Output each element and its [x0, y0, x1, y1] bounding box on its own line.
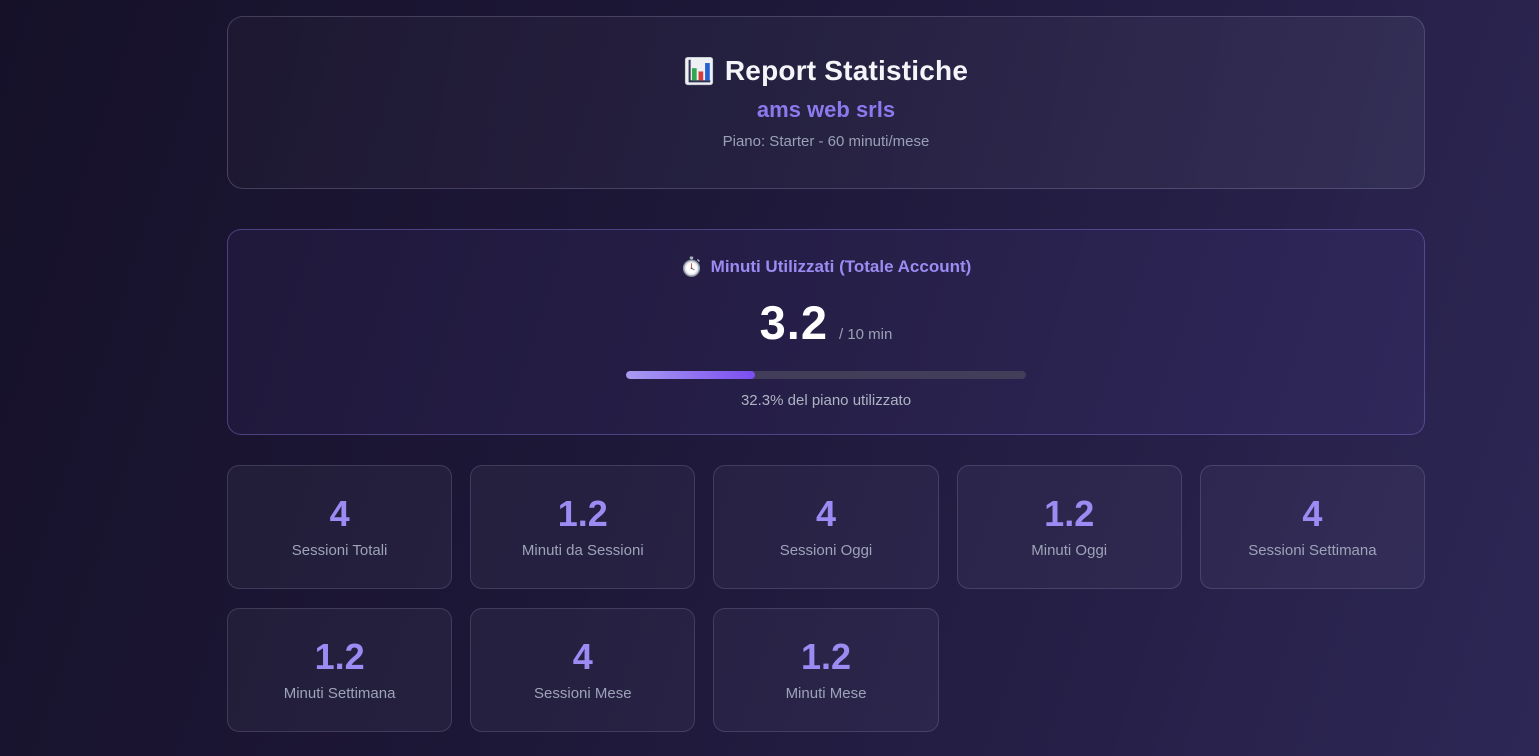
stat-label: Minuti Mese: [786, 686, 867, 701]
stat-card-sessioni-settimana: 4 Sessioni Settimana: [1200, 465, 1425, 589]
stat-label: Sessioni Totali: [292, 543, 388, 558]
report-content: Report Statistiche ams web srls Piano: S…: [227, 16, 1425, 732]
stat-card-minuti-settimana: 1.2 Minuti Settimana: [227, 608, 452, 732]
stat-card-minuti-da-sessioni: 1.2 Minuti da Sessioni: [470, 465, 695, 589]
stat-value: 1.2: [801, 639, 851, 675]
stat-label: Sessioni Settimana: [1248, 543, 1376, 558]
stopwatch-icon: [681, 256, 702, 277]
progress-fill: [626, 371, 755, 379]
stat-card-minuti-oggi: 1.2 Minuti Oggi: [957, 465, 1182, 589]
usage-limit-label: / 10 min: [839, 326, 892, 343]
header-card: Report Statistiche ams web srls Piano: S…: [227, 16, 1425, 189]
account-name: ams web srls: [757, 99, 895, 121]
usage-title-text: Minuti Utilizzati (Totale Account): [711, 258, 972, 275]
stat-card-sessioni-oggi: 4 Sessioni Oggi: [713, 465, 938, 589]
stat-label: Sessioni Mese: [534, 686, 632, 701]
usage-value: 3.2: [760, 299, 828, 346]
bar-chart-icon: [684, 56, 714, 86]
stat-value: 4: [1302, 496, 1322, 532]
stat-card-sessioni-mese: 4 Sessioni Mese: [470, 608, 695, 732]
usage-percent-label: 32.3% del piano utilizzato: [741, 393, 911, 408]
stat-label: Minuti Settimana: [284, 686, 396, 701]
usage-value-row: 3.2 / 10 min: [760, 299, 893, 346]
stat-value: 4: [816, 496, 836, 532]
stat-value: 1.2: [558, 496, 608, 532]
stat-value: 4: [330, 496, 350, 532]
stat-card-sessioni-totali: 4 Sessioni Totali: [227, 465, 452, 589]
stat-label: Minuti Oggi: [1031, 543, 1107, 558]
stat-label: Minuti da Sessioni: [522, 543, 644, 558]
page-title: Report Statistiche: [684, 56, 968, 86]
report-page: Report Statistiche ams web srls Piano: S…: [0, 0, 1539, 756]
stat-value: 4: [573, 639, 593, 675]
stat-label: Sessioni Oggi: [780, 543, 873, 558]
page-title-text: Report Statistiche: [725, 57, 968, 85]
stat-value: 1.2: [1044, 496, 1094, 532]
usage-card: Minuti Utilizzati (Totale Account) 3.2 /…: [227, 229, 1425, 435]
usage-title: Minuti Utilizzati (Totale Account): [681, 256, 972, 277]
plan-info: Piano: Starter - 60 minuti/mese: [723, 134, 930, 149]
stats-grid: 4 Sessioni Totali 1.2 Minuti da Sessioni…: [227, 465, 1425, 732]
stat-value: 1.2: [315, 639, 365, 675]
stat-card-minuti-mese: 1.2 Minuti Mese: [713, 608, 938, 732]
progress-bar: [626, 371, 1026, 379]
